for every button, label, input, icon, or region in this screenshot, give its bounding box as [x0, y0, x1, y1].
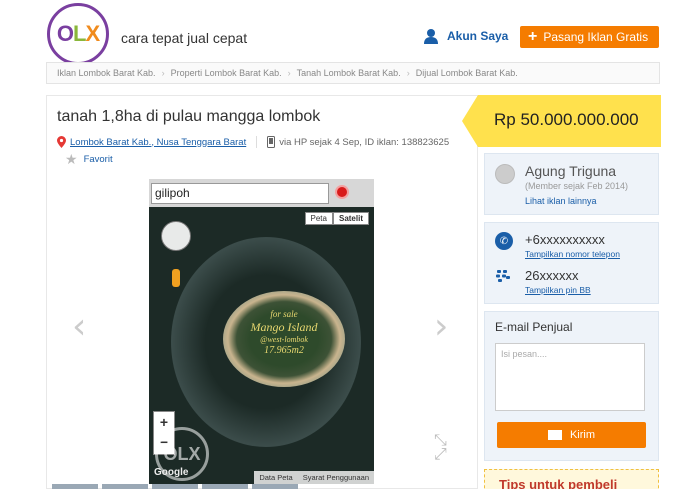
tagline: cara tepat jual cepat — [121, 30, 248, 46]
olx-logo[interactable]: OLX — [47, 3, 109, 65]
favorite-label: Favorit — [83, 154, 113, 165]
pegman-icon — [172, 269, 180, 287]
show-phone-link[interactable]: Tampilkan nomor telepon — [525, 249, 620, 259]
price-value: Rp 50.000.000.000 — [494, 110, 639, 129]
thumbnail[interactable] — [52, 484, 98, 489]
map-pan-control-icon — [161, 221, 191, 251]
record-icon — [335, 185, 349, 199]
site-header: OLX cara tepat jual cepat Akun Saya + Pa… — [0, 0, 700, 65]
ad-photo[interactable]: gilipoh Peta Satelit for sale Mango Isla… — [149, 179, 374, 484]
ad-meta: Lombok Barat Kab., Nusa Tenggara Barat v… — [57, 136, 449, 148]
show-pin-link[interactable]: Tampilkan pin BB — [525, 285, 591, 295]
phone-number: +6xxxxxxxxxx — [525, 232, 605, 247]
ad-location-link[interactable]: Lombok Barat Kab., Nusa Tenggara Barat — [70, 137, 246, 148]
email-seller-card: E-mail Penjual Isi pesan.... Kirim — [484, 311, 659, 461]
thumbnail[interactable] — [252, 484, 298, 489]
account-link[interactable]: Akun Saya — [423, 28, 508, 44]
gallery-next-arrow[interactable]: › — [434, 306, 448, 347]
send-button[interactable]: Kirim — [497, 422, 646, 448]
message-input[interactable]: Isi pesan.... — [495, 343, 645, 411]
email-title: E-mail Penjual — [495, 320, 573, 334]
ad-panel: tanah 1,8ha di pulau mangga lombok Lombo… — [46, 95, 478, 489]
star-icon: ★ — [65, 151, 78, 167]
account-label: Akun Saya — [447, 29, 509, 43]
avatar — [495, 164, 515, 184]
map-type-satellite: Satelit — [332, 212, 369, 225]
bb-pin: 26xxxxxx — [525, 268, 579, 283]
favorite-button[interactable]: ★ Favorit — [65, 151, 113, 168]
seller-name: Agung Triguna — [525, 163, 617, 179]
google-logo: Google — [154, 467, 189, 478]
caption-line: 17.965m2 — [264, 345, 304, 357]
map-terms-label: Syarat Penggunaan — [302, 473, 369, 482]
thumbnail[interactable] — [202, 484, 248, 489]
thumbnail[interactable] — [102, 484, 148, 489]
seller-more-ads-link[interactable]: Lihat iklan lainnya — [525, 196, 597, 206]
meta-divider — [256, 136, 258, 148]
send-label: Kirim — [569, 429, 596, 441]
buyer-tips: Tips untuk pembeli — [484, 469, 659, 489]
caption-line: for sale — [270, 309, 298, 319]
envelope-icon — [547, 430, 562, 440]
phone-icon: ✆ — [495, 232, 513, 250]
map-data-label: Data Peta — [259, 473, 293, 482]
breadcrumb-item[interactable]: Properti Lombok Barat Kab. — [171, 68, 282, 78]
map-type-map: Peta — [304, 212, 333, 225]
ad-posted-info: via HP sejak 4 Sep, ID iklan: 138823625 — [279, 136, 450, 148]
post-ad-button[interactable]: + Pasang Iklan Gratis — [520, 26, 659, 48]
price-tag: Rp 50.000.000.000 — [462, 95, 661, 147]
blackberry-icon — [496, 269, 510, 287]
caption-line: @west-lombok — [260, 335, 308, 345]
breadcrumb-separator: › — [287, 68, 291, 78]
member-since: (Member sejak Feb 2014) — [525, 181, 629, 191]
map-search-text: gilipoh — [151, 183, 329, 204]
map-search-bar: gilipoh — [149, 179, 374, 207]
gallery-prev-arrow[interactable]: ‹ — [72, 306, 86, 347]
location-pin-icon — [57, 136, 66, 148]
thumbnail[interactable] — [152, 484, 198, 489]
seller-card: Agung Triguna (Member sejak Feb 2014) Li… — [484, 153, 659, 215]
thumbnail-strip — [46, 484, 478, 489]
plus-icon: + — [528, 28, 538, 45]
breadcrumb-separator: › — [406, 68, 410, 78]
user-icon — [424, 29, 438, 44]
map-footer: Data Peta Syarat Penggunaan — [254, 471, 374, 484]
mobile-phone-icon — [267, 136, 276, 148]
breadcrumb-separator: › — [161, 68, 165, 78]
breadcrumb-item[interactable]: Dijual Lombok Barat Kab. — [416, 68, 518, 78]
breadcrumb-item[interactable]: Iklan Lombok Barat Kab. — [57, 68, 156, 78]
post-ad-label: Pasang Iklan Gratis — [543, 30, 649, 44]
breadcrumb-item[interactable]: Tanah Lombok Barat Kab. — [297, 68, 401, 78]
map-caption: for sale Mango Island @west-lombok 17.96… — [229, 309, 339, 358]
contact-card: ✆ +6xxxxxxxxxx Tampilkan nomor telepon 2… — [484, 222, 659, 304]
caption-line: Mango Island — [250, 320, 318, 335]
map-type-toggle: Peta Satelit — [304, 212, 369, 225]
fullscreen-icon[interactable]: ⤡ ⤢ — [434, 433, 447, 463]
ad-title: tanah 1,8ha di pulau mangga lombok — [57, 108, 321, 125]
breadcrumb: Iklan Lombok Barat Kab. › Properti Lombo… — [46, 62, 660, 84]
